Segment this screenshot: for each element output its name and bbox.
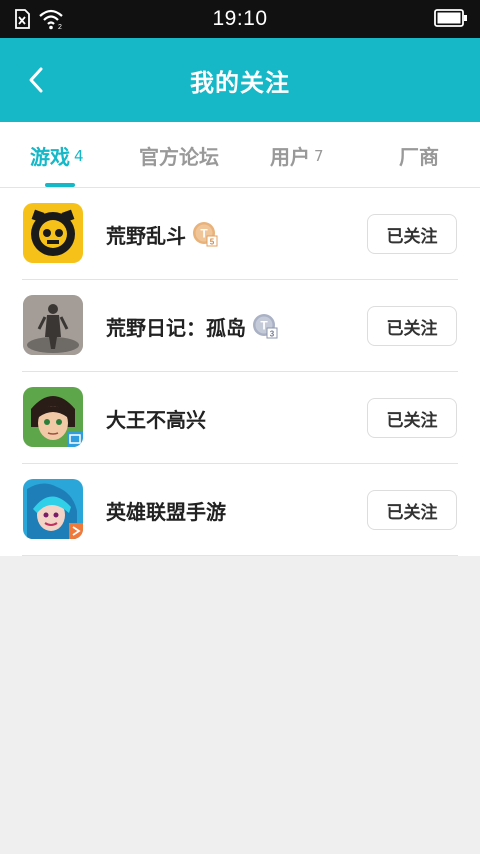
list-item[interactable]: 大王不高兴 已关注 bbox=[0, 372, 480, 464]
active-tab-indicator bbox=[45, 183, 75, 187]
tab-official-forum[interactable]: 官方论坛 bbox=[139, 122, 219, 188]
game-name-text: 大王不高兴 bbox=[106, 407, 206, 432]
game-name: 荒野乱斗 T 5 bbox=[106, 188, 218, 280]
followed-button[interactable]: 已关注 bbox=[367, 214, 457, 254]
wild-diary-app-icon bbox=[23, 295, 83, 355]
followed-button[interactable]: 已关注 bbox=[367, 490, 457, 530]
svg-text:5: 5 bbox=[210, 238, 215, 247]
brawl-stars-app-icon bbox=[23, 203, 83, 263]
tab-label: 用户 bbox=[270, 144, 310, 169]
tab-users[interactable]: 用户 7 bbox=[270, 122, 324, 188]
game-name-text: 荒野日记：孤岛 bbox=[106, 315, 246, 340]
gold-t-badge-icon: T 5 bbox=[192, 221, 218, 247]
followed-button[interactable]: 已关注 bbox=[367, 306, 457, 346]
tab-label: 游戏 bbox=[30, 144, 70, 169]
battery-icon bbox=[434, 9, 468, 31]
empty-area bbox=[0, 556, 480, 854]
tab-count: 4 bbox=[74, 147, 84, 165]
silver-t-badge-icon: T 3 bbox=[252, 313, 278, 339]
tab-vendors[interactable]: 厂商 bbox=[399, 122, 439, 188]
tab-bar: 游戏 4 官方论坛 用户 7 厂商 bbox=[0, 122, 480, 188]
game-name: 荒野日记：孤岛 T 3 bbox=[106, 280, 278, 372]
status-bar: 2 19:10 bbox=[0, 0, 480, 38]
tab-label: 官方论坛 bbox=[139, 144, 219, 169]
list-item[interactable]: 荒野乱斗 T 5 已关注 bbox=[0, 188, 480, 280]
list-item[interactable]: 英雄联盟手游 已关注 bbox=[0, 464, 480, 556]
back-button[interactable] bbox=[18, 62, 54, 98]
nav-bar: 我的关注 bbox=[0, 38, 480, 122]
svg-text:3: 3 bbox=[270, 330, 275, 339]
chevron-left-icon bbox=[29, 67, 43, 93]
dawang-app-icon bbox=[23, 387, 83, 447]
status-time: 19:10 bbox=[212, 7, 268, 30]
tab-games[interactable]: 游戏 4 bbox=[30, 122, 84, 188]
followed-games-list: 荒野乱斗 T 5 已关注 荒野日记：孤岛 T 3 已关注 大王不高兴 已关注 英… bbox=[0, 188, 480, 556]
game-name: 英雄联盟手游 bbox=[106, 464, 226, 556]
game-name-text: 荒野乱斗 bbox=[106, 223, 186, 248]
game-name: 大王不高兴 bbox=[106, 372, 206, 464]
followed-button[interactable]: 已关注 bbox=[367, 398, 457, 438]
lol-mobile-app-icon bbox=[23, 479, 83, 539]
page-title: 我的关注 bbox=[190, 68, 290, 97]
game-name-text: 英雄联盟手游 bbox=[106, 499, 226, 524]
tab-label: 厂商 bbox=[399, 144, 439, 169]
tab-count: 7 bbox=[314, 147, 324, 165]
list-item[interactable]: 荒野日记：孤岛 T 3 已关注 bbox=[0, 280, 480, 372]
